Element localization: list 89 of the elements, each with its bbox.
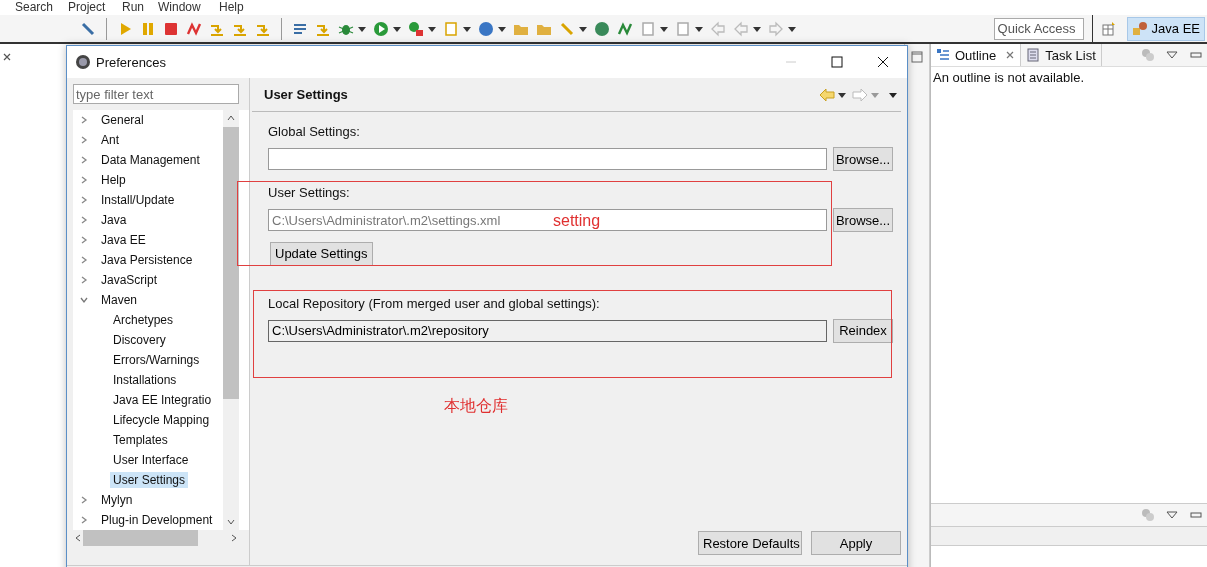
view-tab[interactable]: Task List	[1021, 44, 1102, 66]
forward-icon[interactable]	[852, 87, 868, 102]
caret-icon[interactable]	[838, 90, 846, 99]
caret-icon[interactable]	[428, 24, 436, 33]
annotation-text: setting	[553, 212, 601, 230]
run-icon[interactable]	[373, 20, 389, 37]
caret-icon[interactable]	[498, 24, 506, 33]
restore-defaults-button[interactable]: Restore Defaults	[698, 531, 802, 555]
perspective-icon	[1131, 20, 1148, 37]
field-label: Global Settings:	[268, 124, 361, 139]
outline-icon	[936, 48, 950, 62]
tree-item[interactable]: JavaScript	[98, 272, 161, 288]
scroll-left-icon[interactable]	[73, 533, 83, 543]
close-icon[interactable]	[877, 56, 889, 68]
tree-item[interactable]: Data Management	[98, 152, 203, 168]
menu-item[interactable]: Help	[219, 0, 244, 14]
chevron-icon[interactable]	[79, 255, 89, 265]
menu-item[interactable]: Search	[15, 0, 54, 14]
local-repository-field[interactable]: C:\Users\Administrator\.m2\repository	[268, 319, 827, 342]
tree-item[interactable]: Templates	[110, 432, 171, 448]
browse-button[interactable]: Browse...	[833, 147, 893, 171]
stop-icon[interactable]	[163, 20, 179, 37]
caret-icon[interactable]	[695, 24, 703, 33]
dialog-title: Preferences	[96, 54, 167, 70]
tree-item[interactable]: Ant	[98, 132, 122, 148]
chevron-icon[interactable]	[79, 515, 89, 525]
field-label: Local Repository (From merged user and global settings):	[268, 295, 601, 311]
menu-item[interactable]: Window	[158, 0, 201, 14]
chevron-icon[interactable]	[79, 295, 89, 305]
open-perspective-icon[interactable]	[1100, 20, 1117, 37]
browse-button[interactable]: Browse...	[833, 208, 893, 232]
chevron-icon[interactable]	[79, 175, 89, 185]
tree-item[interactable]: Install/Update	[98, 192, 178, 208]
sync-icon[interactable]	[1141, 508, 1155, 522]
view-tab[interactable]: Outline	[931, 44, 1022, 66]
chevron-icon[interactable]	[79, 215, 89, 225]
tree-item[interactable]: Java EE	[98, 232, 149, 248]
tree-item[interactable]: Java Persistence	[98, 252, 196, 268]
tree-item[interactable]: Java EE Integratio	[110, 392, 215, 408]
outline-message: An outline is not available.	[933, 70, 1085, 85]
scroll-up-icon[interactable]	[226, 113, 236, 123]
caret-icon[interactable]	[579, 24, 587, 33]
tree-item[interactable]: Discovery	[110, 332, 169, 348]
reindex-button[interactable]: Reindex	[833, 318, 893, 343]
caret-icon[interactable]	[788, 24, 796, 33]
task-list-icon	[1026, 48, 1041, 62]
tree-item[interactable]: Help	[98, 172, 129, 188]
tree-item[interactable]: Installations	[110, 372, 180, 388]
chevron-icon[interactable]	[79, 495, 89, 505]
chevron-icon[interactable]	[79, 235, 89, 245]
pause-icon[interactable]	[140, 20, 156, 37]
tree-item[interactable]: Mylyn	[98, 492, 136, 508]
tree-item[interactable]: User Settings	[110, 472, 189, 488]
filter-field[interactable]: type filter text	[73, 84, 239, 104]
menu-item[interactable]: Run	[122, 0, 144, 14]
update-settings-button[interactable]: Update Settings	[270, 241, 373, 266]
global-settings-field[interactable]	[268, 148, 827, 170]
quick-access-field[interactable]: Quick Access	[993, 17, 1084, 40]
tree-item[interactable]: Archetypes	[110, 312, 177, 328]
scroll-down-icon[interactable]	[226, 517, 236, 527]
chevron-icon[interactable]	[79, 135, 89, 145]
caret-icon[interactable]	[358, 24, 366, 33]
scroll-right-icon[interactable]	[229, 533, 239, 543]
caret-icon[interactable]	[660, 24, 668, 33]
apply-button[interactable]: Apply	[811, 531, 901, 555]
view-menu-icon[interactable]	[889, 90, 897, 99]
chevron-icon[interactable]	[79, 195, 89, 205]
tree-item[interactable]: Maven	[98, 292, 141, 308]
caret-icon[interactable]	[393, 24, 401, 33]
annotation-text: 本地仓库	[444, 396, 508, 416]
close-icon[interactable]	[2, 52, 12, 62]
tree-item[interactable]: Plug-in Development	[98, 512, 216, 528]
tree-item[interactable]: General	[98, 112, 147, 128]
perspective-button[interactable]: Java EE	[1126, 16, 1205, 41]
chevron-icon[interactable]	[79, 155, 89, 165]
maximize-icon[interactable]	[831, 56, 843, 68]
field-label: User Settings:	[268, 185, 351, 200]
tree-item[interactable]: Java	[98, 212, 130, 228]
chevron-icon[interactable]	[79, 275, 89, 285]
sync-icon[interactable]	[1141, 48, 1155, 62]
tree-item[interactable]: Errors/Warnings	[110, 352, 203, 368]
page-title: User Settings	[264, 87, 348, 102]
menu-item[interactable]: Project	[68, 0, 106, 14]
caret-icon[interactable]	[753, 24, 761, 33]
tree-item[interactable]: User Interface	[110, 452, 192, 468]
back-icon[interactable]	[710, 20, 726, 37]
caret-icon[interactable]	[463, 24, 471, 33]
tree-item[interactable]: Lifecycle Mapping	[110, 412, 213, 428]
chevron-icon[interactable]	[79, 115, 89, 125]
